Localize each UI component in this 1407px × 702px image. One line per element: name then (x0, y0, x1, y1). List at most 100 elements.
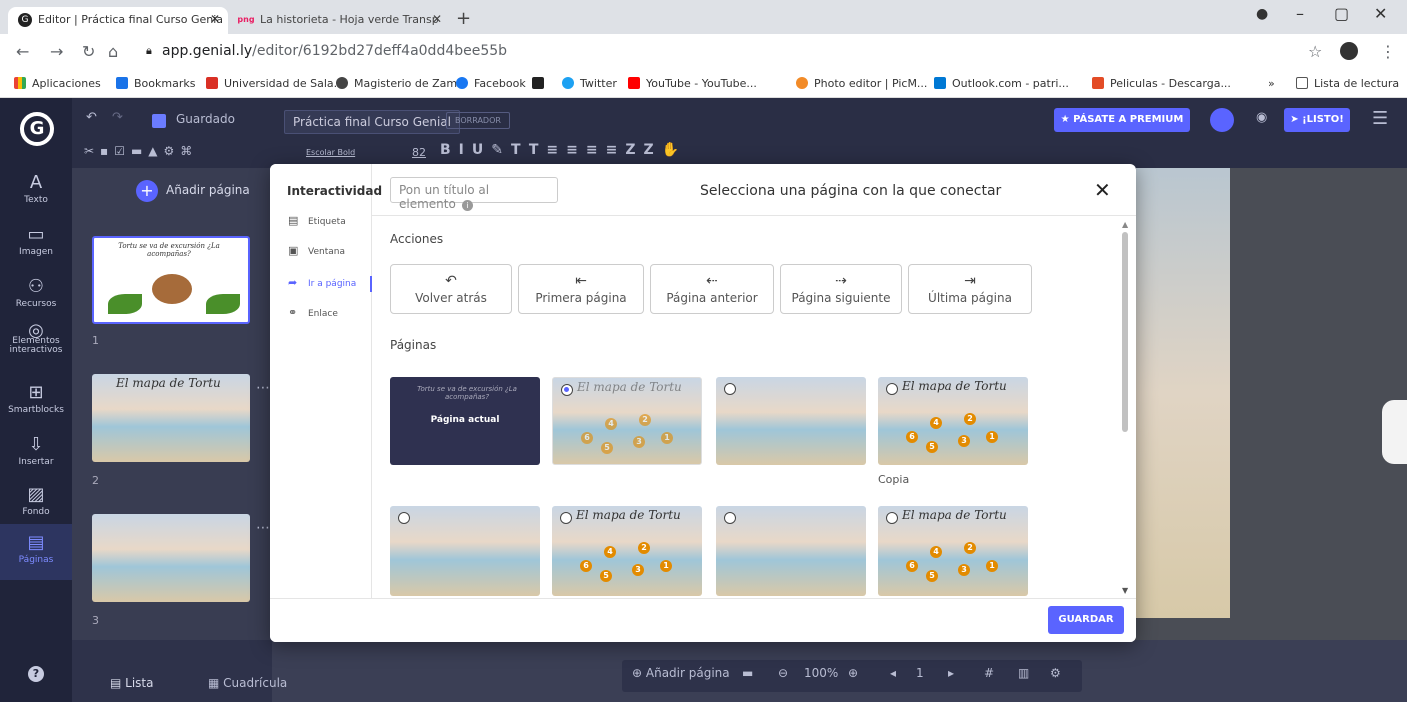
list-view-button[interactable]: ▤ Lista (110, 676, 154, 690)
add-page-bottom-button[interactable]: ⊕ Añadir página (632, 666, 730, 680)
page-thumbnail-1[interactable]: Tortu se va de excursión ¿La acompañas? (92, 236, 250, 324)
interactivity-window[interactable]: ▣ Ventana (288, 244, 345, 257)
bookmark-unknown[interactable] (532, 77, 550, 90)
interactivity-label[interactable]: ▤ Etiqueta (288, 214, 346, 227)
browser-tab-historieta[interactable]: png La historieta - Hoja verde Transp ✕ (230, 7, 450, 34)
profile-avatar[interactable] (1340, 42, 1358, 60)
prev-page-icon[interactable]: ◂ (890, 666, 896, 680)
page-card-6[interactable]: El mapa de Tortu 642531 (552, 506, 702, 596)
thumbnail-menu-icon[interactable]: ⋯ (256, 520, 270, 536)
grid-view-button[interactable]: ▦ Cuadrícula (208, 676, 287, 690)
interactivity-goto-page[interactable]: ➦ Ir a página (288, 276, 356, 289)
canvas-area[interactable] (1136, 168, 1230, 618)
page-radio[interactable] (724, 512, 736, 524)
bookmark-peliculas[interactable]: Peliculas - Descarga... (1092, 77, 1231, 90)
action-first-page-button[interactable]: ⇤ Primera página (518, 264, 644, 314)
undo-icon[interactable]: ↶ (86, 110, 97, 125)
action-previous-page-button[interactable]: ⇠ Página anterior (650, 264, 774, 314)
tool-pages[interactable]: ▤ Páginas (0, 524, 72, 580)
side-panel-handle[interactable] (1382, 400, 1407, 464)
redo-icon[interactable]: ↷ (112, 110, 123, 125)
hamburger-menu-icon[interactable]: ☰ (1372, 108, 1388, 129)
browser-tab-editor[interactable]: G Editor | Práctica final Curso Genia ✕ (8, 7, 228, 34)
reload-icon[interactable]: ↻ (82, 42, 95, 61)
zoom-out-icon[interactable]: ⊖ (778, 666, 788, 680)
reading-list-button[interactable]: Lista de lectura (1296, 77, 1399, 90)
page-radio[interactable] (886, 512, 898, 524)
page-card-5[interactable] (390, 506, 540, 596)
maximize-button[interactable]: ▢ (1334, 4, 1349, 23)
more-bookmarks-button[interactable]: » (1268, 77, 1275, 90)
preview-eye-icon[interactable]: ◉ (1256, 110, 1267, 125)
thumbnail-menu-icon[interactable]: ⋯ (256, 380, 270, 396)
delete-icon[interactable]: ▬ (742, 666, 753, 680)
page-thumbnail-3[interactable] (92, 514, 250, 602)
bookmark-facebook[interactable]: Facebook (456, 77, 526, 90)
account-icon[interactable]: ● (1256, 6, 1268, 22)
page-radio[interactable] (560, 512, 572, 524)
tool-resources[interactable]: ⚇ Recursos (0, 276, 72, 309)
premium-button[interactable]: ★ PÁSATE A PREMIUM (1054, 108, 1190, 132)
page-index[interactable]: 1 (916, 666, 924, 680)
tool-interactive-elements[interactable]: ◎ Elementos interactivos (0, 322, 72, 355)
grid-guides-icon[interactable]: # (984, 666, 994, 680)
tool-text[interactable]: A Texto (0, 172, 72, 205)
next-page-icon[interactable]: ▸ (948, 666, 954, 680)
scroll-down-icon[interactable]: ▼ (1122, 586, 1128, 595)
bookmark-universidad[interactable]: Universidad de Sala... (206, 77, 344, 90)
star-icon[interactable]: ☆ (1308, 42, 1322, 61)
close-tab-icon[interactable]: ✕ (432, 12, 442, 26)
bookmark-twitter[interactable]: Twitter (562, 77, 617, 90)
save-button[interactable]: GUARDAR (1048, 606, 1124, 634)
scroll-up-icon[interactable]: ▲ (1122, 220, 1128, 229)
bookmark-youtube[interactable]: YouTube - YouTube... (628, 77, 757, 90)
split-view-icon[interactable]: ▥ (1018, 666, 1029, 680)
page-thumbnail-2[interactable]: El mapa de Tortu (92, 374, 250, 462)
page-card-7[interactable] (716, 506, 866, 596)
settings-icon[interactable]: ⚙ (1050, 666, 1061, 680)
tool-background[interactable]: ▨ Fondo (0, 484, 72, 517)
tool-image[interactable]: ▭ Imagen (0, 224, 72, 257)
add-collaborator-icon[interactable] (1210, 108, 1234, 132)
home-icon[interactable]: ⌂ (108, 42, 118, 61)
help-icon[interactable]: ? (28, 666, 44, 682)
info-icon[interactable]: i (461, 200, 473, 211)
close-tab-icon[interactable]: ✕ (210, 12, 220, 26)
font-family-select[interactable]: Escolar Bold (306, 148, 355, 157)
font-size-input[interactable]: 82 (412, 146, 426, 159)
minimize-button[interactable]: – (1296, 4, 1304, 23)
action-next-page-button[interactable]: ⇢ Página siguiente (780, 264, 902, 314)
document-title[interactable]: Práctica final Curso Genial (284, 110, 461, 134)
close-icon[interactable]: ✕ (1094, 178, 1111, 202)
bookmark-picmonkey[interactable]: Photo editor | PicM... (796, 77, 927, 90)
genially-logo-icon[interactable]: G (20, 112, 54, 146)
page-card-2[interactable]: El mapa de Tortu 642531 (552, 377, 702, 465)
page-radio[interactable] (398, 512, 410, 524)
format-toolbar-left[interactable]: ✂▪☑▬▲⚙⌘ (84, 144, 198, 158)
tool-smartblocks[interactable]: ⊞ Smartblocks (0, 382, 72, 415)
element-title-input[interactable]: Pon un título al elemento i (390, 177, 558, 211)
interactivity-link[interactable]: ⚭ Enlace (288, 306, 338, 319)
forward-icon[interactable]: → (50, 42, 63, 61)
url-input[interactable]: app.genial.ly/editor/6192bd27deff4a0dd4b… (162, 40, 507, 64)
bookmark-apps[interactable]: Aplicaciones (14, 77, 101, 90)
format-toolbar-right[interactable]: BIU✎TT≡≡≡≡ZZ✋ (440, 142, 687, 158)
menu-icon[interactable]: ⋮ (1380, 42, 1396, 61)
close-window-button[interactable]: ✕ (1374, 4, 1387, 23)
scrollbar-thumb[interactable] (1122, 232, 1128, 432)
page-radio-selected[interactable] (561, 384, 573, 396)
page-card-8[interactable]: El mapa de Tortu 642531 (878, 506, 1028, 596)
page-radio[interactable] (886, 383, 898, 395)
tool-insert[interactable]: ⇩ Insertar (0, 434, 72, 467)
back-icon[interactable]: ← (16, 42, 29, 61)
page-card-4[interactable]: El mapa de Tortu 642531 (878, 377, 1028, 465)
page-radio[interactable] (724, 383, 736, 395)
add-page-button[interactable]: + Añadir página (136, 180, 250, 202)
bookmark-outlook[interactable]: Outlook.com - patri... (934, 77, 1069, 90)
zoom-in-icon[interactable]: ⊕ (848, 666, 858, 680)
new-tab-button[interactable]: + (456, 8, 471, 29)
bookmark-magisterio[interactable]: Magisterio de Zam... (336, 77, 468, 90)
action-last-page-button[interactable]: ⇥ Última página (908, 264, 1032, 314)
page-card-3[interactable] (716, 377, 866, 465)
action-go-back-button[interactable]: ↶ Volver atrás (390, 264, 512, 314)
